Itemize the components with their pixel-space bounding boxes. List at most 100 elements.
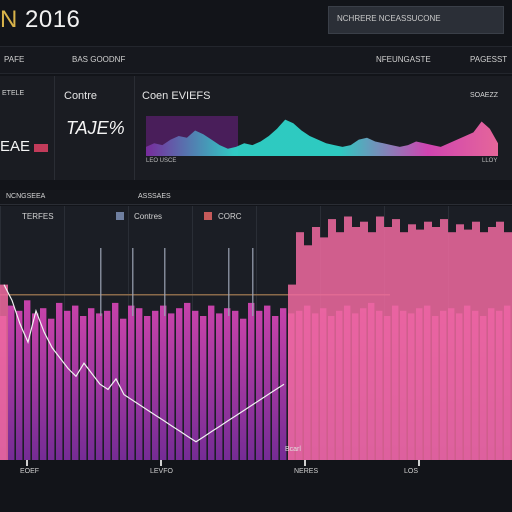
- volume-spike: [132, 248, 134, 316]
- bar-overlay: [472, 221, 480, 468]
- x-axis-label: NERES: [294, 468, 319, 475]
- title-year: 2016: [17, 6, 81, 33]
- bar-overlay: [448, 232, 456, 468]
- bar-overlay: [336, 232, 344, 468]
- bar-base: [240, 318, 247, 468]
- top-bar: N 2016 NCHRERE NCEASSUCONE: [0, 0, 512, 44]
- bar-overlay: [400, 232, 408, 468]
- axis-tick: [418, 460, 420, 466]
- bar-base: [16, 310, 23, 468]
- summary-chart-foot-right: LLOY: [482, 158, 498, 164]
- bar-base: [96, 313, 103, 468]
- axis-tick: [304, 460, 306, 466]
- bar-base: [72, 305, 79, 468]
- summary-panel: ETELE EAE Contre TAJE% Coen EVIEFS SOAEZ…: [0, 76, 512, 180]
- summary-left-card: ETELE EAE: [0, 76, 55, 180]
- bar-base: [280, 308, 287, 468]
- legend-item: TERFES: [22, 212, 54, 221]
- search-box[interactable]: NCHRERE NCEASSUCONE: [328, 6, 504, 34]
- chart-legend: TERFES Contres CORC: [0, 206, 512, 226]
- legend-swatch: [204, 212, 212, 220]
- bar-base: [8, 305, 15, 468]
- menu-item[interactable]: NFEUNGASTE: [376, 55, 431, 64]
- bar-overlay: [456, 224, 464, 468]
- bar-base: [264, 305, 271, 468]
- volume-spike: [252, 248, 254, 316]
- main-bar-chart: [0, 206, 512, 468]
- axis-tick: [160, 460, 162, 466]
- summary-area-chart: [146, 116, 498, 156]
- bar-base: [80, 316, 87, 468]
- bar-base: [168, 313, 175, 468]
- bar-overlay: [360, 221, 368, 468]
- bar-overlay: [408, 224, 416, 468]
- axis-tick: [26, 460, 28, 466]
- bar-base: [232, 310, 239, 468]
- bar-base: [40, 308, 47, 468]
- bar-base: [208, 305, 215, 468]
- summary-chart-foot-left: LEO USCE: [146, 158, 177, 164]
- bar-overlay: [488, 227, 496, 468]
- tab-right[interactable]: ASSSAES: [138, 193, 171, 200]
- menu-item[interactable]: PAFE: [4, 55, 24, 64]
- page-title: N 2016: [0, 7, 80, 33]
- bar-base: [112, 302, 119, 468]
- bar-overlay: [368, 232, 376, 468]
- bar-overlay: [416, 229, 424, 468]
- summary-left-label: ETELE: [2, 90, 25, 97]
- menu-item[interactable]: PAGESST: [470, 55, 507, 64]
- bar-base: [248, 302, 255, 468]
- bar-overlay: [304, 245, 312, 468]
- bar-overlay: [296, 232, 304, 468]
- bar-overlay: [320, 237, 328, 468]
- bar-base: [56, 302, 63, 468]
- bar-base: [88, 308, 95, 468]
- bar-base: [200, 316, 207, 468]
- legend-item: CORC: [218, 212, 242, 221]
- volume-spike: [164, 248, 166, 316]
- summary-chart-title: Coen EVIEFS: [142, 90, 211, 102]
- legend-item: Contres: [134, 212, 163, 221]
- bar-base: [256, 310, 263, 468]
- bar-overlay: [376, 216, 384, 468]
- bar-overlay: [424, 221, 432, 468]
- bar-base: [160, 305, 167, 468]
- bar-overlay: [480, 232, 488, 468]
- bar-base: [184, 302, 191, 468]
- chart-tabs: NCNGSEEA ASSSAES: [0, 190, 512, 205]
- volume-spike: [228, 248, 230, 316]
- bar-base: [192, 310, 199, 468]
- bar-overlay: [0, 284, 8, 468]
- chart-annotation: Bcarl: [285, 446, 301, 453]
- summary-left-badge: [34, 144, 48, 152]
- bar-base: [128, 305, 135, 468]
- summary-left-value: EAE: [0, 138, 31, 155]
- bar-overlay: [432, 227, 440, 468]
- menu-item[interactable]: BAS GOODNF: [72, 55, 125, 64]
- bar-base: [224, 308, 231, 468]
- summary-mid-label: Contre: [64, 90, 98, 102]
- title-accent: N: [0, 6, 18, 33]
- volume-spike: [100, 248, 102, 316]
- bar-base: [32, 313, 39, 468]
- bar-overlay: [392, 219, 400, 468]
- bar-overlay: [312, 227, 320, 468]
- summary-mid-value: TAJE%: [66, 118, 125, 138]
- summary-right-label: SOAEZZ: [470, 92, 499, 99]
- search-input[interactable]: NCHRERE NCEASSUCONE: [337, 14, 441, 23]
- bar-overlay: [464, 229, 472, 468]
- bar-base: [136, 308, 143, 468]
- bar-base: [176, 308, 183, 468]
- x-axis-label: EOEF: [20, 468, 40, 475]
- bar-base: [216, 313, 223, 468]
- bar-overlay: [496, 221, 504, 468]
- bar-overlay: [384, 227, 392, 468]
- bar-overlay: [344, 216, 352, 468]
- summary-mid-card: Contre TAJE%: [56, 76, 135, 180]
- bar-overlay: [440, 219, 448, 468]
- tab-left[interactable]: NCNGSEEA: [6, 193, 45, 200]
- bar-base: [152, 310, 159, 468]
- bar-base: [144, 316, 151, 468]
- bar-base: [64, 310, 71, 468]
- x-axis-label: LOS: [404, 468, 419, 475]
